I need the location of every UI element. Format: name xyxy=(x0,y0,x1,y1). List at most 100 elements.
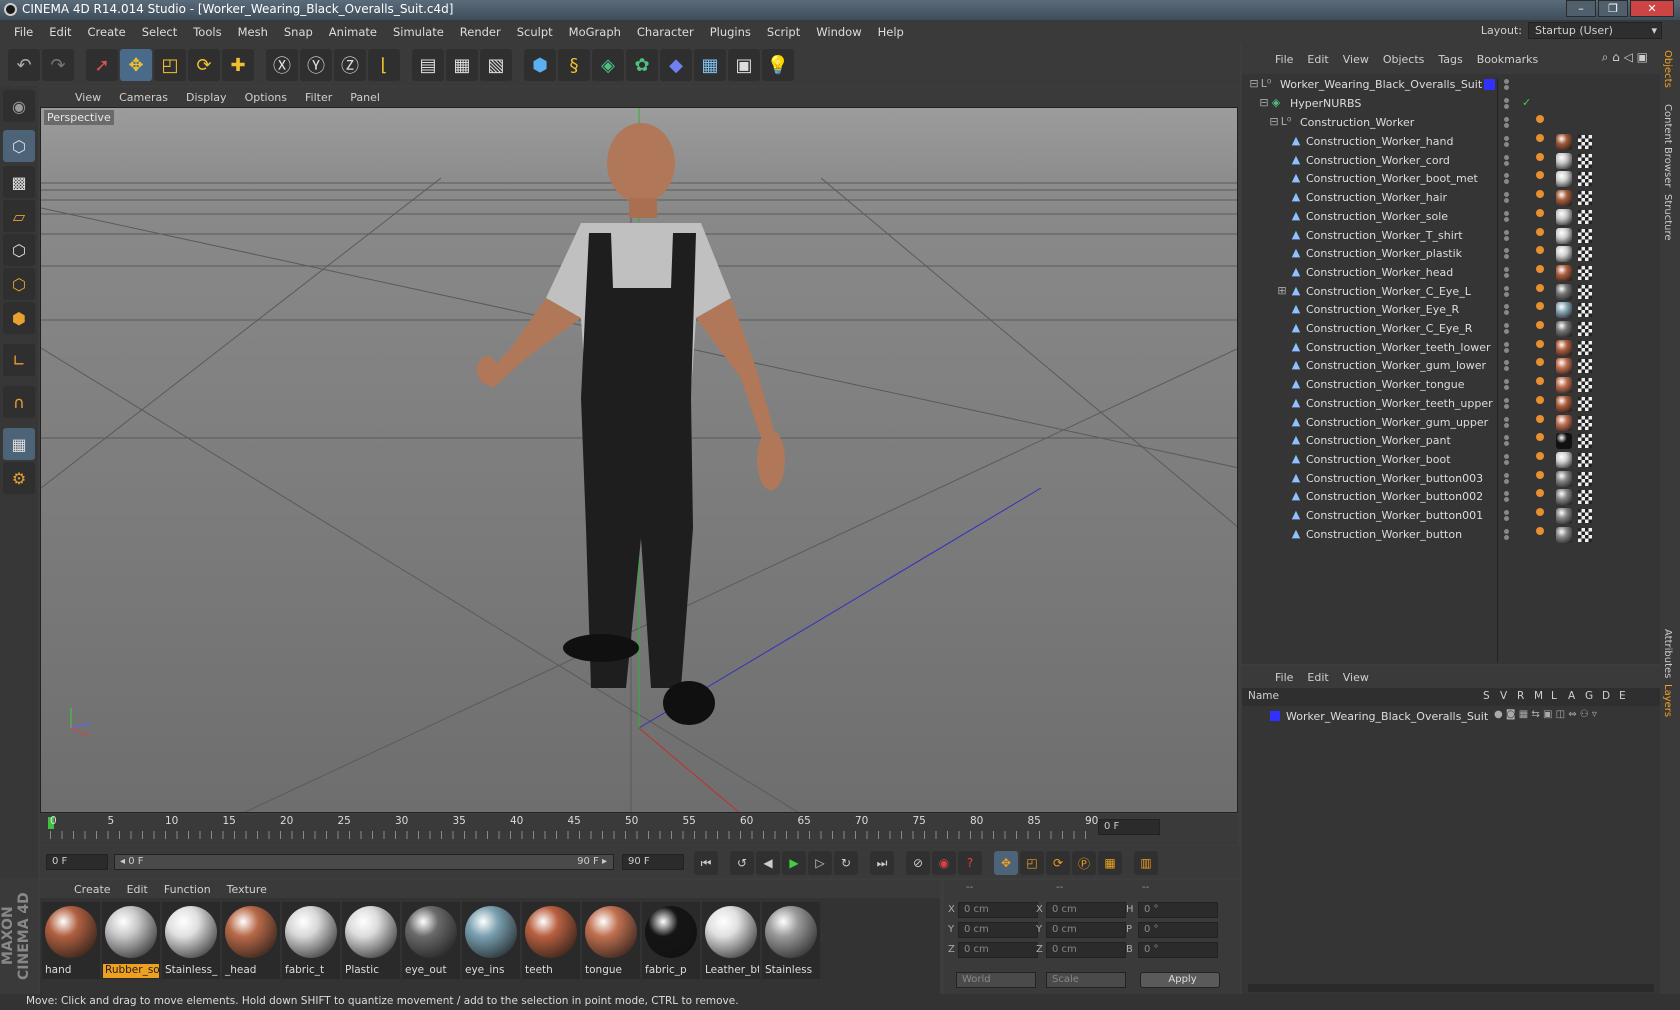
material-tag-icon[interactable] xyxy=(1556,171,1572,188)
material-tag-icon[interactable] xyxy=(1556,451,1572,468)
material-swatch[interactable]: eye_out xyxy=(402,902,460,979)
material-swatch[interactable]: hand xyxy=(42,902,100,979)
scale-tool-icon[interactable]: ◰ xyxy=(154,49,186,81)
collapse-icon[interactable]: ⊟ xyxy=(1268,116,1280,128)
uvw-tag-icon[interactable] xyxy=(1578,415,1592,430)
key-rotation-icon[interactable]: ⟳ xyxy=(1046,851,1070,875)
material-tag-icon[interactable] xyxy=(1556,433,1572,450)
layer-col-e[interactable]: E xyxy=(1619,690,1626,702)
material-menu-texture[interactable]: Texture xyxy=(219,883,275,896)
material-menu-function[interactable]: Function xyxy=(156,883,219,896)
light-icon[interactable]: 💡 xyxy=(762,49,794,81)
object-menu-edit[interactable]: Edit xyxy=(1300,53,1335,66)
phong-tag-icon[interactable] xyxy=(1536,190,1544,199)
object-row[interactable]: ⊞ ▲ Construction_Worker_C_Eye_L xyxy=(1242,282,1660,302)
close-button[interactable]: ✕ xyxy=(1630,0,1674,17)
maximize-button[interactable]: ❐ xyxy=(1598,0,1628,17)
coord-value-field[interactable]: 0 cm xyxy=(1046,902,1126,918)
layer-menu-view[interactable]: View xyxy=(1336,671,1376,684)
visibility-dots[interactable] xyxy=(1504,136,1512,148)
menu-item-animate[interactable]: Animate xyxy=(321,25,385,39)
object-row[interactable]: ▲ Construction_Worker_button001 xyxy=(1242,506,1660,526)
tab-layers[interactable]: Layers xyxy=(1662,684,1673,717)
go-to-end-icon[interactable]: ⏭ xyxy=(870,851,894,875)
polygons-mode-icon[interactable]: ⬢ xyxy=(3,302,35,334)
material-tag-icon[interactable] xyxy=(1556,302,1572,319)
object-row[interactable]: ▲ Construction_Worker_T_shirt xyxy=(1242,226,1660,246)
tab-content-browser[interactable]: Content Browser xyxy=(1662,104,1673,187)
material-tag-icon[interactable] xyxy=(1556,377,1572,394)
uvw-tag-icon[interactable] xyxy=(1578,490,1592,505)
visibility-dots[interactable] xyxy=(1504,491,1512,503)
coord-system-dropdown[interactable]: World xyxy=(956,972,1036,988)
visibility-dots[interactable] xyxy=(1504,154,1512,167)
object-menu-file[interactable]: File xyxy=(1268,53,1300,66)
material-tag-icon[interactable] xyxy=(1556,395,1572,412)
object-row[interactable]: ▲ Construction_Worker_Eye_R xyxy=(1242,300,1660,320)
layer-col-s[interactable]: S xyxy=(1483,690,1490,702)
hypernurbs-row[interactable]: ⊟ ◈ HyperNURBS ✓ xyxy=(1242,94,1660,114)
object-menu-objects[interactable]: Objects xyxy=(1376,53,1432,66)
render-view-icon[interactable]: ▤ xyxy=(412,49,444,81)
phong-tag-icon[interactable] xyxy=(1536,489,1544,498)
tab-objects[interactable]: Objects xyxy=(1662,50,1673,88)
visibility-dots[interactable] xyxy=(1504,397,1512,410)
floor-icon[interactable]: ▦ xyxy=(694,49,726,81)
visibility-dots[interactable] xyxy=(1504,360,1512,372)
coord-value-field[interactable]: 0 cm xyxy=(958,922,1038,938)
phong-tag-icon[interactable] xyxy=(1536,470,1544,479)
layer-flags-icons[interactable]: ● ◙ ▦ ⇆ ▣ ◫ ⇔ ⚇ ▿ xyxy=(1494,709,1597,720)
material-tag-icon[interactable] xyxy=(1556,134,1572,150)
layer-col-r[interactable]: R xyxy=(1517,690,1524,702)
material-swatch[interactable]: _head xyxy=(222,902,280,979)
material-tag-icon[interactable] xyxy=(1556,339,1572,356)
material-swatch[interactable]: teeth xyxy=(522,902,580,979)
menu-item-render[interactable]: Render xyxy=(452,25,509,39)
layer-col-l[interactable]: L xyxy=(1551,690,1557,702)
coord-value-field[interactable]: 0 cm xyxy=(1046,922,1126,938)
phong-tag-icon[interactable] xyxy=(1536,208,1544,217)
enabled-check-icon[interactable]: ✓ xyxy=(1522,96,1531,109)
frame-end-field[interactable]: 0 F xyxy=(1098,819,1160,835)
visibility-dots[interactable] xyxy=(1504,416,1512,429)
material-swatch[interactable]: Stainless_ xyxy=(162,902,220,979)
phong-tag-icon[interactable] xyxy=(1536,264,1544,273)
model-mode-icon[interactable]: ⬡ xyxy=(3,130,35,162)
object-root-row[interactable]: ⊟ L⁰ Worker_Wearing_Black_Overalls_Suit xyxy=(1242,75,1660,95)
uvw-tag-icon[interactable] xyxy=(1578,228,1592,243)
live-selection-icon[interactable]: ➚ xyxy=(86,49,118,81)
next-frame-icon[interactable]: ▷ xyxy=(808,851,832,875)
object-row[interactable]: ▲ Construction_Worker_boot_met xyxy=(1242,169,1660,189)
layer-menu-file[interactable]: File xyxy=(1268,671,1300,684)
phong-tag-icon[interactable] xyxy=(1536,451,1544,460)
previous-key-icon[interactable]: ↺ xyxy=(730,851,754,875)
uvw-tag-icon[interactable] xyxy=(1578,359,1592,374)
minimize-button[interactable]: – xyxy=(1566,0,1596,17)
object-row[interactable]: ▲ Construction_Worker_C_Eye_R xyxy=(1242,319,1660,339)
deformer-icon[interactable]: ◆ xyxy=(660,49,692,81)
material-tag-icon[interactable] xyxy=(1556,264,1572,281)
phong-tag-icon[interactable] xyxy=(1536,227,1544,236)
visibility-dots[interactable] xyxy=(1504,304,1512,316)
visibility-dots[interactable] xyxy=(1504,229,1512,242)
max-frame-field[interactable]: 90 F xyxy=(622,854,684,870)
y-axis-lock-icon[interactable]: Ⓨ xyxy=(300,49,332,81)
play-icon[interactable]: ▶ xyxy=(782,851,806,875)
layer-scrollbar[interactable] xyxy=(1248,984,1654,992)
material-menu-create[interactable]: Create xyxy=(66,883,119,896)
material-tag-icon[interactable] xyxy=(1556,508,1572,524)
visibility-dots[interactable] xyxy=(1504,379,1512,391)
current-frame-field[interactable]: 0 F xyxy=(46,854,108,870)
preview-range-slider[interactable]: ◂ 0 F 90 F ▸ xyxy=(114,854,614,870)
object-search-icons[interactable]: ⌕ ⌂ ◁ ▣ xyxy=(1602,50,1648,65)
object-row[interactable]: ▲ Construction_Worker_teeth_upper xyxy=(1242,394,1660,414)
phong-tag-icon[interactable] xyxy=(1536,508,1544,516)
visibility-dots[interactable] xyxy=(1504,98,1512,110)
undo-icon[interactable]: ↶ xyxy=(8,49,40,81)
material-tag-icon[interactable] xyxy=(1556,321,1572,337)
menu-item-select[interactable]: Select xyxy=(134,25,185,39)
uvw-tag-icon[interactable] xyxy=(1578,396,1592,411)
menu-item-script[interactable]: Script xyxy=(759,25,808,39)
phong-tag-icon[interactable] xyxy=(1536,433,1544,442)
object-menu-view[interactable]: View xyxy=(1336,53,1376,66)
